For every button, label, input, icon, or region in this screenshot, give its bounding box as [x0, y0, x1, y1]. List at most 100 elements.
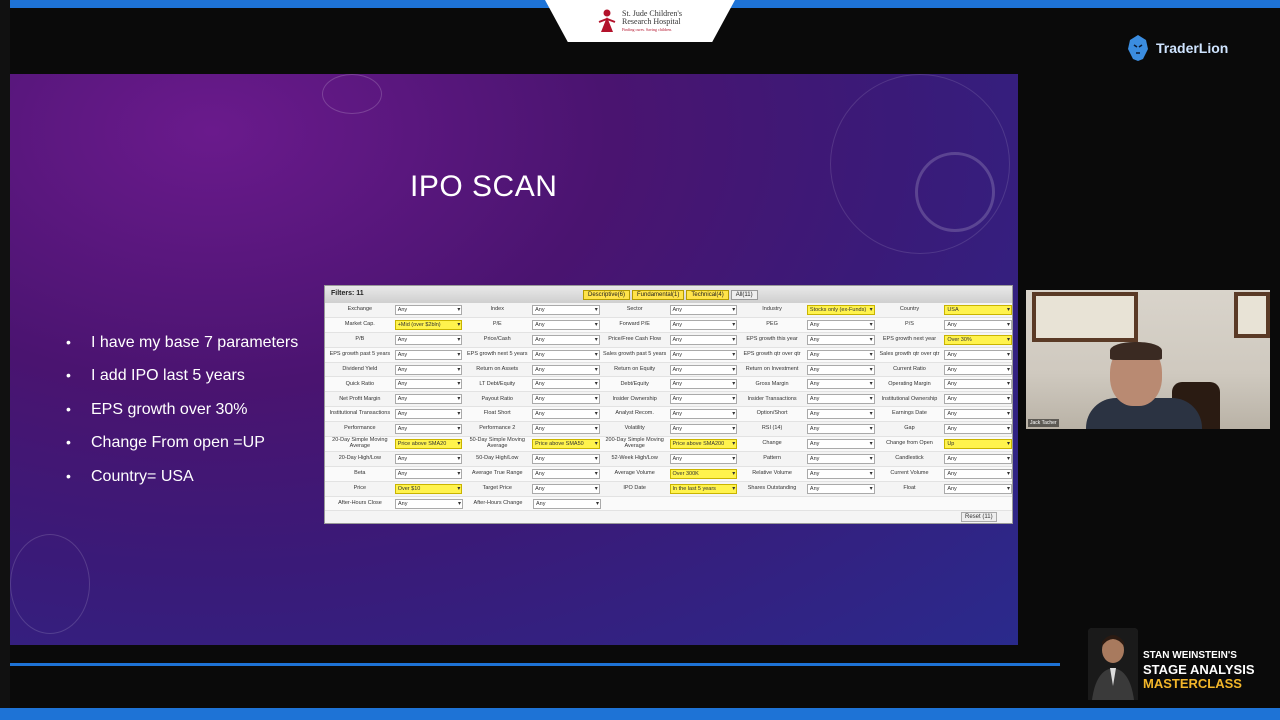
filter-select[interactable]: Price above SMA20: [394, 438, 463, 449]
filter-select[interactable]: Over 30%: [944, 334, 1013, 345]
filter-label: Option/Short: [756, 410, 788, 417]
filter-select[interactable]: Any: [532, 424, 600, 435]
filter-select[interactable]: Any: [944, 364, 1013, 375]
filter-select[interactable]: Up: [944, 438, 1013, 449]
filter-select[interactable]: +Mid (over $2bln): [394, 319, 463, 330]
screener-row: EPS growth past 5 yearsAnyEPS growth nex…: [325, 347, 1013, 363]
filter-select[interactable]: Any: [394, 379, 463, 390]
tab-technical[interactable]: Technical(4): [686, 290, 729, 300]
reset-button[interactable]: Reset (11): [961, 512, 997, 522]
filter-label: Payout Ratio: [481, 395, 514, 402]
filter-select[interactable]: Any: [944, 379, 1013, 390]
filter-label: EPS growth past 5 years: [329, 350, 391, 357]
filter-select[interactable]: Any: [944, 349, 1013, 360]
filter-select[interactable]: Any: [669, 319, 738, 330]
filter-label: P/B: [355, 335, 365, 342]
slide-decoration-ring: [915, 152, 995, 232]
filter-select[interactable]: Any: [394, 334, 463, 345]
filter-label: Current Volume: [890, 469, 929, 476]
filter-select[interactable]: Any: [806, 334, 875, 345]
filter-label: Return on Assets: [476, 365, 519, 372]
filter-select[interactable]: Any: [532, 409, 600, 420]
filter-select[interactable]: Any: [532, 453, 600, 464]
filter-select[interactable]: Any: [669, 364, 738, 375]
filter-select[interactable]: Any: [669, 453, 738, 464]
filter-select[interactable]: Any: [669, 304, 738, 315]
filter-select[interactable]: Over 300K: [669, 468, 738, 479]
filter-select[interactable]: Any: [394, 349, 463, 360]
screener-row: Performance Any Performance 2 Any Volatility…: [325, 422, 1013, 438]
filter-select[interactable]: Any: [394, 453, 463, 464]
screener-row: P/B Any Price/Cash Any Price/Free Cash Flow A…: [325, 333, 1013, 348]
filter-label: Candlestick: [895, 455, 924, 462]
filter-select[interactable]: Any: [669, 424, 738, 435]
filter-select[interactable]: Any: [532, 468, 600, 479]
filter-select[interactable]: Any: [394, 409, 463, 420]
filter-label: Sales growth qtr over qtr: [879, 350, 940, 357]
filter-select[interactable]: Any: [532, 364, 600, 375]
filter-label: LT Debt/Equity: [479, 380, 516, 387]
filter-select[interactable]: Any: [532, 319, 600, 330]
filter-select[interactable]: Any: [532, 483, 600, 494]
left-frame-bar: [0, 0, 10, 720]
filter-select[interactable]: Any: [669, 349, 738, 360]
host-portrait-icon: [1088, 628, 1138, 700]
filter-select[interactable]: Any: [806, 483, 875, 494]
filter-select[interactable]: Any: [806, 453, 875, 464]
filter-select[interactable]: Any: [532, 394, 600, 405]
masterclass-line2: STAGE ANALYSIS: [1143, 662, 1255, 677]
tab-all[interactable]: All(11): [730, 290, 758, 300]
filter-select[interactable]: Any: [669, 334, 738, 345]
filter-label: Earnings Date: [892, 410, 927, 417]
filter-select[interactable]: Any: [532, 379, 600, 390]
filter-select[interactable]: Any: [944, 394, 1013, 405]
filter-select[interactable]: Any: [394, 468, 463, 479]
screener-row: 20-Day Simple Moving Average Price above …: [325, 437, 1013, 452]
filter-label: Float Short: [483, 410, 511, 417]
filter-select[interactable]: USA: [944, 304, 1013, 315]
filter-select[interactable]: Any: [394, 424, 463, 435]
filter-select[interactable]: Any: [532, 334, 600, 345]
filter-select[interactable]: Stocks only (ex-Funds): [806, 304, 875, 315]
filter-select[interactable]: Any: [806, 364, 875, 375]
filter-label: Institutional Transactions: [329, 410, 391, 417]
filter-label: EPS growth this year: [746, 335, 798, 342]
screener-row: Exchange Any Index Any Sector Any Industry Stoc…: [325, 303, 1013, 318]
filter-select[interactable]: Any: [806, 319, 875, 330]
filter-select[interactable]: Any: [533, 498, 601, 509]
filter-select[interactable]: Any: [669, 409, 738, 420]
filter-select[interactable]: Any: [944, 483, 1013, 494]
lion-head-icon: [1128, 35, 1148, 61]
filter-select[interactable]: Price above SMA50: [532, 438, 600, 449]
filter-select[interactable]: Any: [532, 349, 600, 360]
filter-label: Relative Volume: [752, 469, 792, 476]
filter-select[interactable]: Any: [944, 319, 1013, 330]
tab-fundamental[interactable]: Fundamental(1): [632, 290, 685, 300]
filter-label: Operating Margin: [888, 380, 931, 387]
filter-select[interactable]: Any: [669, 379, 738, 390]
filter-select[interactable]: Any: [532, 304, 600, 315]
filter-select[interactable]: Any: [806, 438, 875, 449]
filter-select[interactable]: Any: [394, 394, 463, 405]
bullet-item: Change From open =UP: [66, 426, 298, 460]
filter-select[interactable]: Any: [944, 453, 1013, 464]
filter-select[interactable]: Any: [806, 349, 875, 360]
filter-select[interactable]: Any: [669, 394, 738, 405]
filter-select[interactable]: Any: [944, 468, 1013, 479]
filter-select[interactable]: Any: [394, 364, 463, 375]
filter-select[interactable]: Any: [394, 304, 463, 315]
tab-descriptive[interactable]: Descriptive(6): [583, 290, 631, 300]
filter-select[interactable]: Any: [944, 409, 1013, 420]
filter-select[interactable]: Over $10: [394, 483, 463, 494]
filter-select[interactable]: Price above SMA200: [669, 438, 738, 449]
filter-select[interactable]: Any: [806, 424, 875, 435]
filter-label: Debt/Equity: [620, 380, 649, 387]
filter-select[interactable]: Any: [806, 409, 875, 420]
filter-select[interactable]: Any: [944, 424, 1013, 435]
filter-select[interactable]: Any: [806, 468, 875, 479]
bullet-item: I add IPO last 5 years: [66, 359, 298, 393]
filter-select[interactable]: Any: [806, 394, 875, 405]
filter-select[interactable]: In the last 5 years: [669, 483, 738, 494]
filter-select[interactable]: Any: [395, 498, 463, 509]
filter-select[interactable]: Any: [806, 379, 875, 390]
